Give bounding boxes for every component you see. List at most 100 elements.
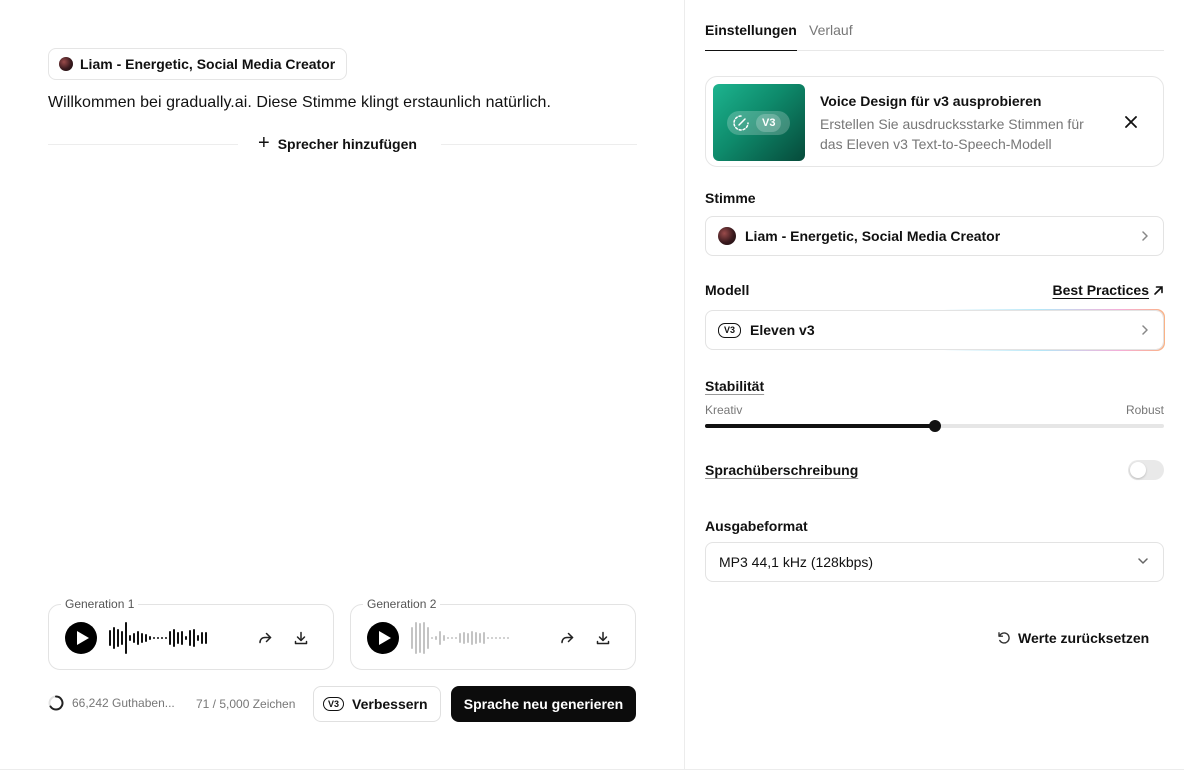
waveform-bar [507, 637, 509, 639]
chevron-right-icon [1142, 231, 1148, 241]
waveform-bar [419, 623, 421, 653]
waveform-bar [113, 627, 115, 649]
waveform-bar [173, 629, 175, 647]
generation-card-1[interactable]: Generation 1 [48, 597, 334, 670]
download-button[interactable] [592, 627, 614, 649]
waveform-bar [185, 636, 187, 640]
promo-close-button[interactable] [1121, 112, 1141, 132]
editor-pane: Liam - Energetic, Social Media Creator W… [0, 0, 684, 770]
speaker-text[interactable]: Willkommen bei gradually.ai. Diese Stimm… [48, 94, 551, 112]
voice-avatar [59, 57, 73, 71]
add-speaker-button[interactable]: + Sprecher hinzufügen [258, 131, 417, 157]
play-button[interactable] [65, 622, 97, 654]
chevron-right-icon [1142, 325, 1148, 335]
waveform[interactable] [109, 621, 239, 655]
voice-design-promo[interactable]: V3 Voice Design für v3 ausprobieren Erst… [705, 76, 1164, 167]
waveform-bar [503, 637, 505, 639]
share-button[interactable] [254, 627, 276, 649]
generation-card-2[interactable]: Generation 2 [350, 597, 636, 670]
waveform-bar [423, 622, 425, 654]
add-speaker-label: Sprecher hinzufügen [277, 136, 417, 152]
share-button[interactable] [556, 627, 578, 649]
waveform-bar [487, 637, 489, 639]
waveform-bar [165, 637, 167, 639]
waveform-bar [443, 635, 445, 641]
stability-min-label: Kreativ [705, 403, 743, 417]
reset-label: Werte zurücksetzen [1018, 630, 1150, 646]
stability-label: Stabilität [705, 378, 765, 394]
stability-max-label: Robust [1125, 403, 1164, 417]
play-button[interactable] [367, 622, 399, 654]
voice-label: Stimme [705, 190, 756, 206]
promo-pill: V3 [727, 111, 790, 135]
character-count: 71 / 5,000 Zeichen [196, 697, 296, 711]
waveform-bar [447, 637, 449, 639]
waveform-bar [451, 637, 453, 639]
share-icon [259, 632, 272, 644]
stability-slider-fill [705, 424, 935, 428]
waveform-bar [141, 633, 143, 643]
waveform-bar [117, 629, 119, 647]
generation-label: Generation 2 [363, 597, 441, 611]
waveform-bar [491, 637, 493, 639]
waveform-bar [483, 632, 485, 644]
waveform-bar [499, 637, 501, 639]
stability-range-labels: Kreativ Robust [705, 403, 1164, 417]
settings-pane: Einstellungen Verlauf V3 Voice Design fü… [684, 0, 1184, 770]
model-select[interactable]: V3 Eleven v3 [705, 310, 1164, 350]
best-practices-label: Best Practices [1052, 282, 1149, 298]
regenerate-speech-button[interactable]: Sprache neu generieren [451, 686, 636, 722]
v3-badge: V3 [718, 322, 742, 338]
credits-ring-icon [48, 695, 64, 711]
play-icon [76, 631, 89, 645]
promo-description: Erstellen Sie ausdrucksstarke Stimmen fü… [820, 116, 1084, 152]
divider [48, 144, 238, 145]
waveform-bar [205, 632, 207, 644]
stability-slider-thumb[interactable] [928, 420, 941, 432]
output-format-select[interactable]: MP3 44,1 kHz (128kbps) [705, 542, 1164, 582]
waveform-bar [435, 636, 437, 640]
credits-indicator[interactable]: 66,242 Guthaben... [48, 695, 175, 711]
waveform-bar [455, 637, 457, 639]
speaker-chip[interactable]: Liam - Energetic, Social Media Creator [48, 48, 348, 80]
waveform-bar [459, 633, 461, 643]
waveform-bar [129, 635, 131, 641]
model-select-value: Eleven v3 [750, 322, 815, 338]
tab-settings[interactable]: Einstellungen [705, 22, 797, 51]
close-icon [1125, 116, 1137, 128]
waveform-bar [411, 627, 413, 649]
waveform-bar [169, 631, 171, 645]
waveform[interactable] [411, 621, 541, 655]
voice-select-value: Liam - Energetic, Social Media Creator [745, 228, 1001, 244]
language-override-toggle[interactable] [1128, 460, 1164, 480]
waveform-bar [479, 633, 481, 643]
stability-slider[interactable] [705, 420, 1164, 432]
waveform-bar [125, 622, 127, 654]
waveform-bar [149, 636, 151, 640]
waveform-bar [157, 637, 159, 639]
waveform-bar [121, 631, 123, 645]
waveform-bar [193, 629, 195, 647]
settings-tabs: Einstellungen Verlauf [705, 0, 1164, 51]
play-icon [378, 631, 391, 645]
reset-values-button[interactable]: Werte zurücksetzen [997, 630, 1149, 646]
waveform-bar [431, 637, 433, 639]
best-practices-link[interactable]: Best Practices [1052, 282, 1164, 298]
tab-history[interactable]: Verlauf [809, 22, 853, 51]
promo-title: Voice Design für v3 ausprobieren [820, 93, 1042, 109]
enhance-label: Verbessern [352, 696, 428, 712]
output-format-label: Ausgabeformat [705, 518, 808, 534]
external-link-icon [1154, 285, 1163, 295]
waveform-bar [475, 632, 477, 644]
waveform-bar [177, 632, 179, 644]
voice-select[interactable]: Liam - Energetic, Social Media Creator [705, 216, 1164, 256]
waveform-bar [137, 631, 139, 645]
editor-footer: 66,242 Guthaben... 71 / 5,000 Zeichen V3… [48, 686, 636, 722]
generation-label: Generation 1 [61, 597, 139, 611]
waveform-bar [197, 635, 199, 641]
output-format-value: MP3 44,1 kHz (128kbps) [719, 554, 874, 570]
credits-label: 66,242 Guthaben... [72, 696, 175, 710]
enhance-button[interactable]: V3 Verbessern [313, 686, 441, 722]
download-button[interactable] [290, 627, 312, 649]
waveform-bar [161, 637, 163, 639]
